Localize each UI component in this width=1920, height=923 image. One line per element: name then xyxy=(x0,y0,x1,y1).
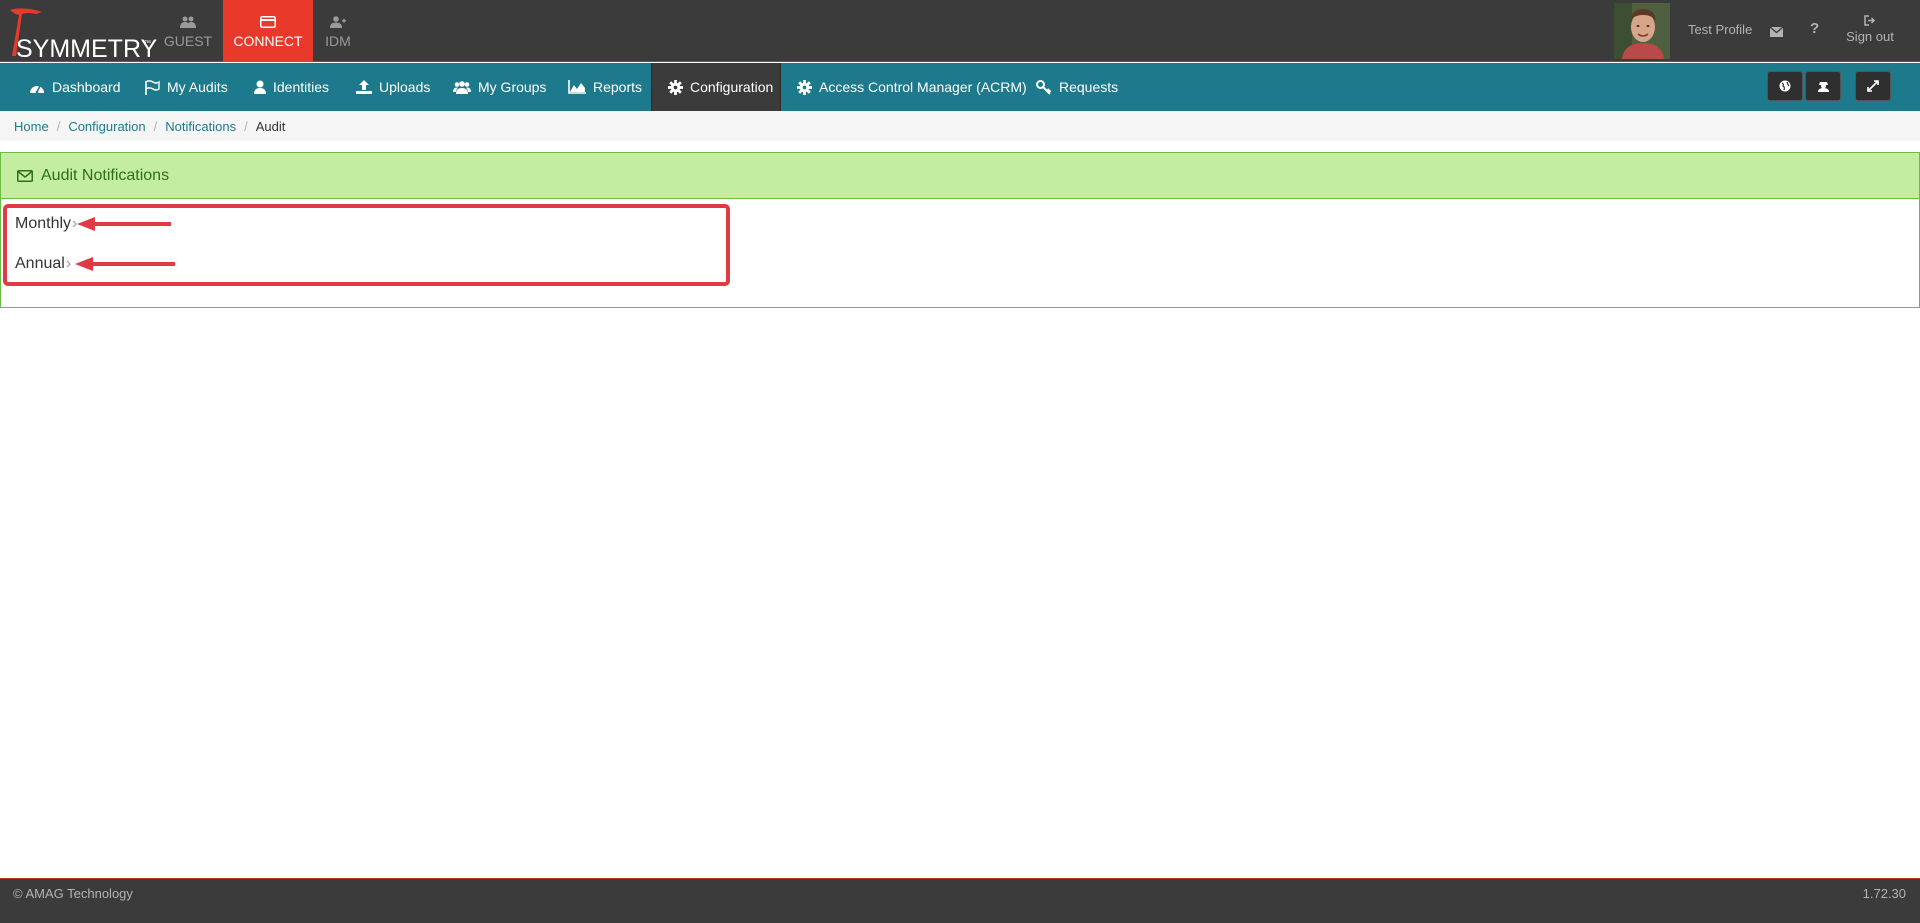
breadcrumb-separator: / xyxy=(153,118,158,134)
nav-label: Reports xyxy=(593,79,643,95)
app-tab-label: CONNECT xyxy=(233,33,303,49)
panel-title: Audit Notifications xyxy=(41,166,170,184)
credit-card-icon xyxy=(260,13,276,31)
user-secret-button[interactable] xyxy=(1805,71,1841,101)
sign-out-button[interactable]: Sign out xyxy=(1845,14,1895,44)
app-tab-label: IDM xyxy=(325,33,351,49)
user-secret-icon xyxy=(1817,82,1829,92)
gear-icon xyxy=(797,79,812,95)
breadcrumb-separator: / xyxy=(244,118,248,134)
expand-icon xyxy=(1867,80,1879,92)
nav-dashboard[interactable]: Dashboard xyxy=(29,63,121,111)
sign-out-icon xyxy=(1864,14,1876,29)
sign-out-label: Sign out xyxy=(1846,29,1894,44)
nav-identities[interactable]: Identities xyxy=(254,63,329,111)
globe-icon xyxy=(1779,80,1791,92)
app-tab-connect[interactable]: CONNECT xyxy=(223,0,313,62)
nav-label: Configuration xyxy=(690,79,774,95)
version-text: 1.72.30 xyxy=(1862,886,1906,901)
nav-label: Uploads xyxy=(379,79,431,95)
flag-icon xyxy=(145,79,160,95)
profile-name[interactable]: Test Profile xyxy=(1688,22,1752,37)
app-tab-label: GUEST xyxy=(163,33,213,49)
area-chart-icon xyxy=(568,80,586,94)
breadcrumb-notifications[interactable]: Notifications xyxy=(165,119,236,134)
audit-notifications-panel: Audit Notifications Monthly › Annual › xyxy=(0,152,1920,308)
nav-my-audits[interactable]: My Audits xyxy=(144,63,228,111)
annotation-arrow-icon xyxy=(75,257,175,271)
nav-acrm[interactable]: Access Control Manager (ACRM) xyxy=(797,63,1027,111)
nav-requests[interactable]: Requests xyxy=(1036,63,1118,111)
nav-label: Access Control Manager (ACRM) xyxy=(819,79,1027,95)
main-nav: Dashboard My Audits Identities Uploads M… xyxy=(0,63,1920,111)
key-icon xyxy=(1036,79,1052,95)
nav-my-groups[interactable]: My Groups xyxy=(453,63,546,111)
footer: © AMAG Technology 1.72.30 xyxy=(0,878,1920,923)
top-bar: SYMMETRY ™ GUEST CONNECT IDM Test Profil… xyxy=(0,0,1920,63)
copyright-text: © AMAG Technology xyxy=(13,886,133,901)
breadcrumb-current: Audit xyxy=(255,118,286,134)
symmetry-logo[interactable]: SYMMETRY ™ xyxy=(6,4,157,63)
group-icon xyxy=(453,80,471,94)
notification-label: Annual xyxy=(15,255,65,272)
avatar[interactable] xyxy=(1614,3,1670,59)
notification-label: Monthly xyxy=(15,215,72,232)
breadcrumb-home[interactable]: Home xyxy=(14,119,49,134)
app-tab-guest[interactable]: GUEST xyxy=(160,0,216,62)
gear-icon xyxy=(668,79,683,95)
notification-link-monthly[interactable]: Monthly › xyxy=(15,215,77,233)
users-icon xyxy=(180,13,196,31)
nav-label: Dashboard xyxy=(52,79,121,95)
envelope-outline-icon xyxy=(17,169,33,182)
upload-icon xyxy=(356,80,372,94)
nav-uploads[interactable]: Uploads xyxy=(356,63,430,111)
breadcrumb-separator: / xyxy=(56,118,61,134)
nav-label: My Audits xyxy=(167,79,228,95)
panel-header: Audit Notifications xyxy=(1,153,1919,199)
dashboard-icon xyxy=(30,85,44,93)
envelope-icon[interactable] xyxy=(1769,24,1784,42)
annotation-arrow-icon xyxy=(77,217,171,231)
fullscreen-button[interactable] xyxy=(1855,71,1891,101)
chevron-right-icon: › xyxy=(65,255,72,272)
breadcrumb-configuration[interactable]: Configuration xyxy=(68,119,145,134)
nav-configuration[interactable]: Configuration xyxy=(651,63,781,111)
nav-label: My Groups xyxy=(478,79,547,95)
user-icon xyxy=(254,80,266,94)
globe-button[interactable] xyxy=(1767,71,1803,101)
help-icon[interactable]: ? xyxy=(1810,20,1819,37)
user-plus-icon xyxy=(330,13,346,31)
logo-text: SYMMETRY xyxy=(16,35,158,63)
nav-reports[interactable]: Reports xyxy=(568,63,642,111)
logo-trademark: ™ xyxy=(144,40,151,47)
notification-link-annual[interactable]: Annual › xyxy=(15,255,71,273)
nav-label: Requests xyxy=(1059,79,1119,95)
app-tab-idm[interactable]: IDM xyxy=(318,0,358,62)
breadcrumb: Home / Configuration / Notifications / A… xyxy=(0,111,1920,141)
nav-label: Identities xyxy=(273,79,330,95)
